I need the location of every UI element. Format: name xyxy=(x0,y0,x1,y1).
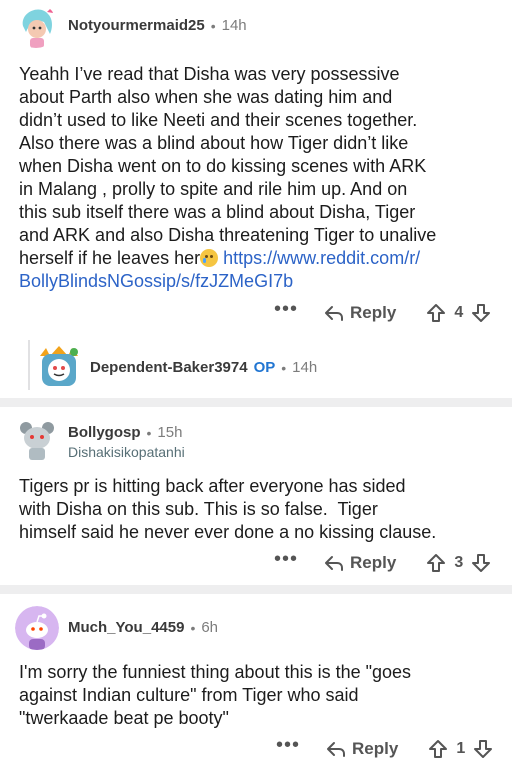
reply-label: Reply xyxy=(352,739,399,758)
op-badge: OP xyxy=(253,359,276,376)
reply-arrow-icon xyxy=(325,556,344,571)
vote-score: 1 xyxy=(456,740,466,757)
vote-controls: 4 xyxy=(426,303,491,323)
upvote-arrow-icon[interactable] xyxy=(426,553,446,573)
avatar[interactable] xyxy=(15,606,59,650)
comment-actions: ••• Reply 4 xyxy=(274,299,491,327)
divider xyxy=(0,398,512,407)
vote-score: 4 xyxy=(454,304,464,321)
timestamp: 6h xyxy=(201,619,219,636)
separator: • xyxy=(146,424,152,441)
crying-face-emoji xyxy=(200,249,219,267)
comment-username[interactable]: Bollygosp xyxy=(68,424,141,441)
reply-label: Reply xyxy=(350,303,397,322)
reply-arrow-icon xyxy=(327,742,346,757)
comment-actions: ••• Reply 1 xyxy=(276,735,493,763)
downvote-arrow-icon[interactable] xyxy=(471,303,491,323)
downvote-arrow-icon[interactable] xyxy=(471,553,491,573)
avatar[interactable] xyxy=(36,344,82,390)
reply-button[interactable]: Reply xyxy=(324,303,396,323)
comment-username[interactable]: Much_You_4459 xyxy=(68,619,184,636)
avatar[interactable] xyxy=(14,416,60,462)
comment-body: Yeahh I’ve read that Disha was very poss… xyxy=(19,63,499,293)
timestamp: 14h xyxy=(221,17,247,34)
downvote-arrow-icon[interactable] xyxy=(473,739,493,759)
reply-button[interactable]: Reply xyxy=(326,739,398,759)
timestamp: 15h xyxy=(157,424,183,441)
upvote-arrow-icon[interactable] xyxy=(426,303,446,323)
more-dots-icon[interactable]: ••• xyxy=(276,735,300,755)
separator: • xyxy=(281,359,287,376)
separator: • xyxy=(210,17,216,34)
comment-text: Yeahh I’ve read that Disha was very poss… xyxy=(19,64,437,268)
separator: • xyxy=(190,619,196,636)
more-dots-icon[interactable]: ••• xyxy=(274,549,298,569)
thread-line xyxy=(28,340,30,390)
vote-controls: 1 xyxy=(428,739,493,759)
avatar[interactable] xyxy=(14,4,58,48)
divider xyxy=(0,585,512,594)
vote-controls: 3 xyxy=(426,553,491,573)
comment-actions: ••• Reply 3 xyxy=(274,549,491,577)
comment-username[interactable]: Dependent-Baker3974 xyxy=(90,359,248,376)
comment-body: Tigers pr is hitting back after everyone… xyxy=(19,476,437,542)
reply-arrow-icon xyxy=(325,306,344,321)
comment-body: I'm sorry the funniest thing about this … xyxy=(19,662,412,728)
reply-button[interactable]: Reply xyxy=(324,553,396,573)
reply-label: Reply xyxy=(350,553,397,572)
timestamp: 14h xyxy=(292,359,318,376)
comment-username[interactable]: Notyourmermaid25 xyxy=(68,17,205,34)
vote-score: 3 xyxy=(454,554,464,571)
more-dots-icon[interactable]: ••• xyxy=(274,299,298,319)
upvote-arrow-icon[interactable] xyxy=(428,739,448,759)
user-flair: Dishakisikopatanhi xyxy=(68,444,185,460)
